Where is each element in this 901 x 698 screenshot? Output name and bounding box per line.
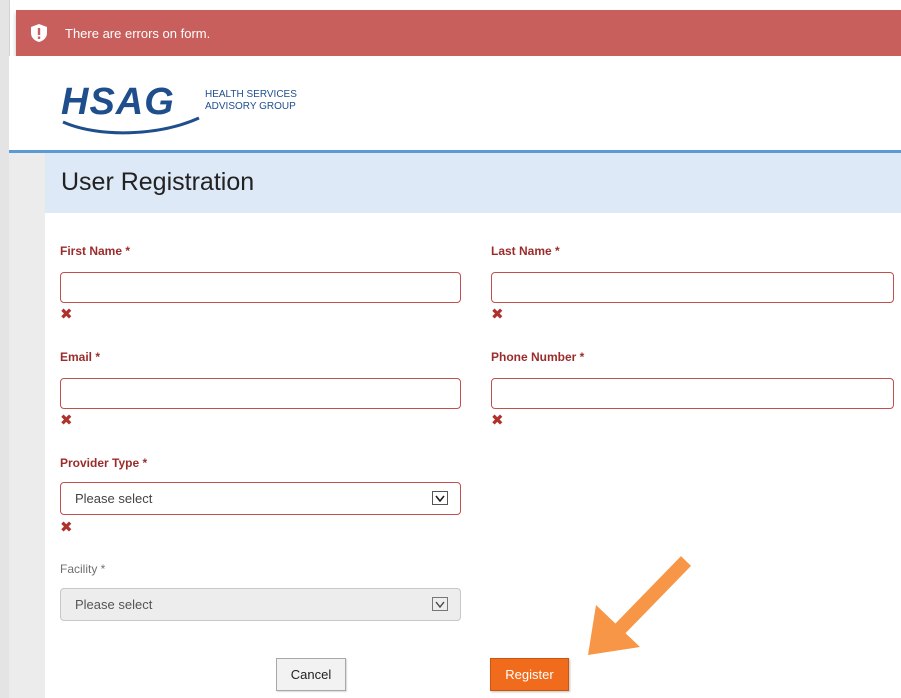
logo-line1: HEALTH SERVICES: [205, 89, 297, 100]
registration-form: First Name * ✖ Last Name * ✖ Email * ✖ P…: [45, 213, 901, 698]
phone-input[interactable]: [491, 378, 894, 409]
first-name-error-icon: ✖: [60, 306, 73, 323]
hsag-logo[interactable]: HSAG HEALTH SERVICES ADVISORY GROUP: [59, 76, 299, 136]
last-name-label: Last Name *: [491, 244, 560, 258]
page-title: User Registration: [61, 168, 255, 196]
last-name-input[interactable]: [491, 272, 894, 303]
facility-value: Please select: [75, 597, 153, 612]
provider-type-select[interactable]: Please select: [60, 482, 461, 515]
provider-type-label: Provider Type *: [60, 456, 148, 470]
phone-label: Phone Number *: [491, 350, 585, 364]
first-name-field: First Name *: [60, 244, 461, 303]
last-name-error-icon: ✖: [491, 306, 504, 323]
shield-alert-icon: [29, 22, 49, 44]
provider-type-value: Please select: [75, 491, 153, 506]
error-message: There are errors on form.: [65, 25, 211, 41]
title-bar: User Registration: [45, 153, 901, 213]
logo-wordmark: HSAG: [61, 81, 175, 123]
provider-type-error-icon: ✖: [60, 519, 73, 536]
left-gutter: [9, 153, 45, 698]
email-error-icon: ✖: [60, 412, 73, 429]
facility-select[interactable]: Please select: [60, 588, 461, 621]
email-field: Email *: [60, 350, 461, 409]
logo-line2: ADVISORY GROUP: [205, 101, 296, 112]
register-button[interactable]: Register: [490, 658, 569, 691]
first-name-label: First Name *: [60, 244, 131, 258]
last-name-field: Last Name *: [491, 244, 894, 303]
facility-label: Facility *: [60, 562, 106, 576]
email-label: Email *: [60, 350, 101, 364]
first-name-input[interactable]: [60, 272, 461, 303]
cancel-button[interactable]: Cancel: [276, 658, 346, 691]
error-banner: There are errors on form.: [16, 10, 901, 56]
phone-field: Phone Number *: [491, 350, 894, 409]
chevron-down-icon[interactable]: [432, 597, 448, 611]
email-input[interactable]: [60, 378, 461, 409]
phone-error-icon: ✖: [491, 412, 504, 429]
provider-type-field: Provider Type * Please select: [60, 456, 461, 515]
facility-field: Facility * Please select: [60, 562, 461, 621]
chevron-down-icon[interactable]: [432, 491, 448, 505]
site-header: HSAG HEALTH SERVICES ADVISORY GROUP: [9, 56, 901, 150]
annotation-arrow: [578, 555, 698, 665]
